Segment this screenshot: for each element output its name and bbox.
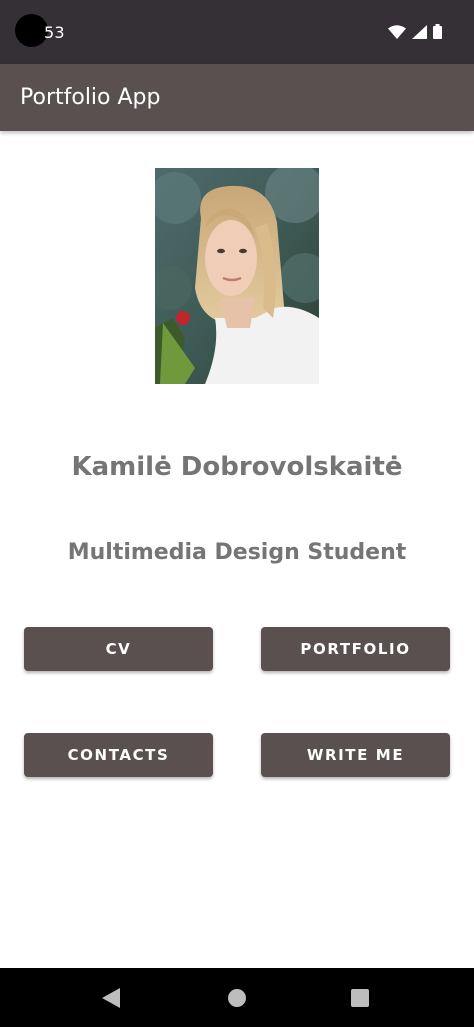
cellular-signal-icon [412, 24, 427, 39]
navigation-bar [0, 968, 474, 1027]
portfolio-button[interactable]: PORTFOLIO [261, 627, 450, 671]
recents-icon[interactable] [351, 989, 369, 1011]
status-icons [388, 24, 442, 39]
app-title: Portfolio App [20, 85, 161, 110]
status-time: 53 [44, 23, 65, 42]
cv-button[interactable]: CV [24, 627, 213, 671]
app-bar: Portfolio App [0, 64, 474, 131]
back-icon[interactable] [102, 988, 120, 1012]
status-bar: 53 [0, 0, 474, 64]
home-icon[interactable] [228, 989, 246, 1011]
contacts-button[interactable]: CONTACTS [24, 733, 213, 777]
write-me-button[interactable]: WRITE ME [261, 733, 450, 777]
wifi-icon [388, 24, 406, 39]
profile-name: Kamilė Dobrovolskaitė [71, 452, 403, 482]
battery-icon [433, 24, 442, 39]
profile-photo [155, 168, 319, 384]
profile-role: Multimedia Design Student [67, 540, 407, 565]
